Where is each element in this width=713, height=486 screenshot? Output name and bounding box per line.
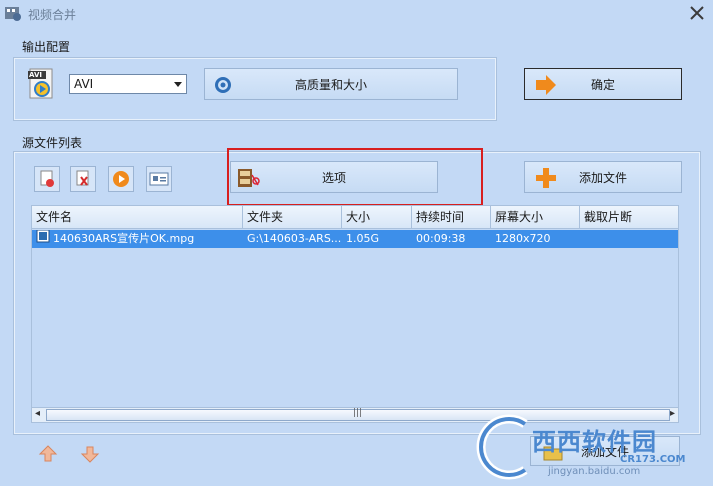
ok-button[interactable]: 确定	[524, 68, 682, 100]
column-header[interactable]: 截取片断	[580, 206, 678, 228]
scroll-left-icon[interactable]: ◂	[35, 408, 40, 419]
table-row[interactable]: 140630ARS宣传片OK.mpg G:\140603-ARS... 1.05…	[32, 230, 678, 248]
quality-size-button[interactable]: 高质量和大小	[204, 68, 458, 100]
column-header[interactable]: 文件夹	[243, 206, 342, 228]
watermark-url: jingyan.baidu.com	[548, 466, 641, 477]
scroll-grip: |||	[353, 408, 363, 418]
output-config-label: 输出配置	[22, 40, 71, 54]
column-header[interactable]: 大小	[342, 206, 412, 228]
close-icon[interactable]	[688, 4, 706, 22]
video-file-icon	[36, 230, 50, 248]
plus-icon	[535, 167, 557, 192]
format-select-value: AVI	[74, 77, 94, 91]
file-table: 文件名 文件夹 大小 持续时间 屏幕大小 截取片断 140630ARS宣传片OK…	[31, 205, 679, 423]
cell-size: 1.05G	[346, 232, 380, 245]
watermark-site: CR173.COM	[620, 454, 686, 465]
arrow-up-icon[interactable]	[38, 444, 58, 464]
add-file-label: 添加文件	[578, 170, 627, 185]
window-title: 视频合并	[28, 8, 77, 22]
cell-folder: G:\140603-ARS...	[247, 232, 342, 245]
cell-screen: 1280x720	[495, 232, 551, 245]
cell-duration: 00:09:38	[416, 232, 466, 245]
ok-label: 确定	[590, 77, 615, 92]
delete-file-button[interactable]	[70, 166, 96, 192]
source-files-label: 源文件列表	[22, 136, 83, 150]
arrow-right-icon	[535, 75, 557, 98]
highlight-box	[227, 148, 483, 206]
gear-icon	[213, 75, 233, 98]
properties-button[interactable]	[146, 166, 172, 192]
watermark: 西西软件园 CR173.COM jingyan.baidu.com	[470, 412, 710, 484]
cell-clip	[580, 230, 678, 248]
column-header[interactable]: 持续时间	[412, 206, 491, 228]
chevron-down-icon	[174, 82, 182, 87]
avi-badge-text: AVI	[29, 71, 42, 79]
format-select[interactable]: AVI	[69, 74, 187, 94]
table-header: 文件名 文件夹 大小 持续时间 屏幕大小 截取片断	[32, 206, 678, 229]
column-header[interactable]: 屏幕大小	[491, 206, 580, 228]
watermark-logo-text: 西西软件园	[532, 428, 657, 456]
column-header[interactable]: 文件名	[32, 206, 243, 228]
arrow-down-icon[interactable]	[80, 444, 100, 464]
play-button[interactable]	[108, 166, 134, 192]
remove-file-button[interactable]	[34, 166, 60, 192]
title-bar: 视频合并	[0, 0, 713, 26]
cell-filename: 140630ARS宣传片OK.mpg	[32, 230, 243, 248]
quality-size-label: 高质量和大小	[294, 77, 367, 92]
avi-file-icon: AVI	[28, 68, 56, 100]
add-file-button[interactable]: 添加文件	[524, 161, 682, 193]
video-merge-icon	[4, 4, 22, 22]
